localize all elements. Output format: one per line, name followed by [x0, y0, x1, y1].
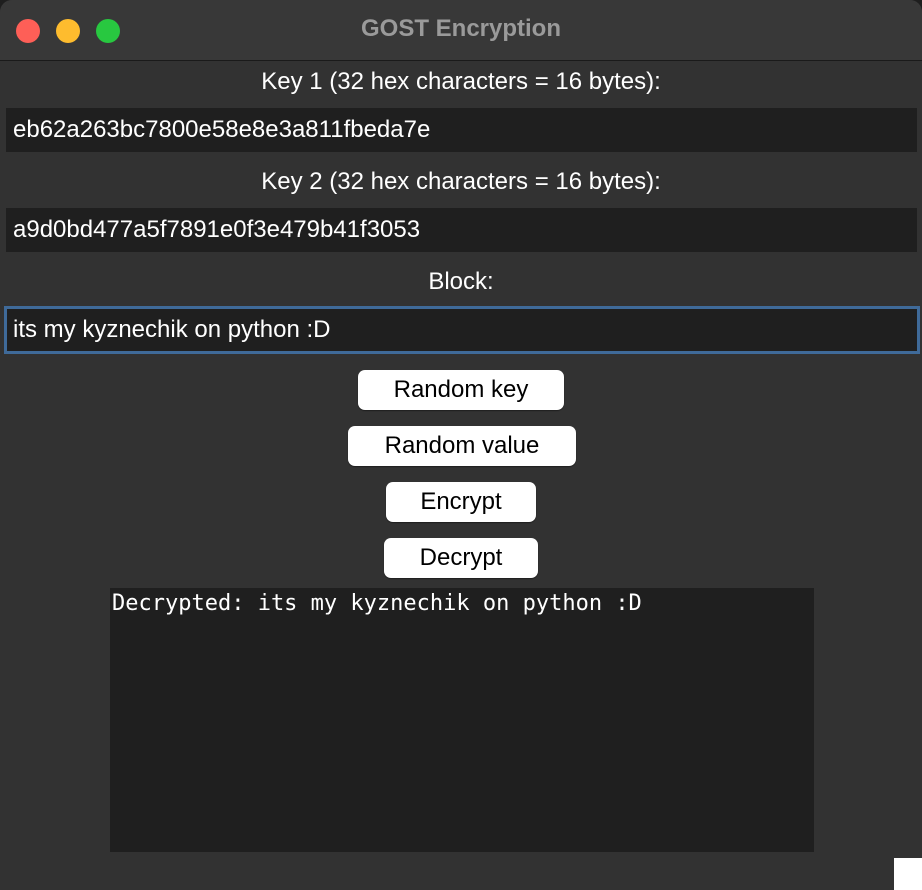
random-key-button[interactable]: Random key	[358, 370, 564, 410]
window-title: GOST Encryption	[360, 15, 561, 42]
random-value-button[interactable]: Random value	[348, 426, 576, 466]
resize-corner	[894, 858, 922, 890]
output-text-area[interactable]: Decrypted: its my kyznechik on python :D	[110, 588, 814, 852]
title-bar[interactable]: GOST Encryption	[0, 0, 922, 61]
block-input[interactable]: its my kyznechik on python :D	[4, 306, 920, 354]
key2-label: Key 2 (32 hex characters = 16 bytes):	[261, 168, 661, 195]
encrypt-button[interactable]: Encrypt	[386, 482, 536, 522]
block-label: Block:	[428, 268, 494, 295]
key1-input[interactable]: eb62a263bc7800e58e8e3a811fbeda7e	[6, 108, 917, 152]
app-window: GOST Encryption Key 1 (32 hex characters…	[0, 0, 922, 890]
decrypt-button[interactable]: Decrypt	[384, 538, 538, 578]
key1-label: Key 1 (32 hex characters = 16 bytes):	[261, 68, 661, 95]
key2-input[interactable]: a9d0bd477a5f7891e0f3e479b41f3053	[6, 208, 917, 252]
